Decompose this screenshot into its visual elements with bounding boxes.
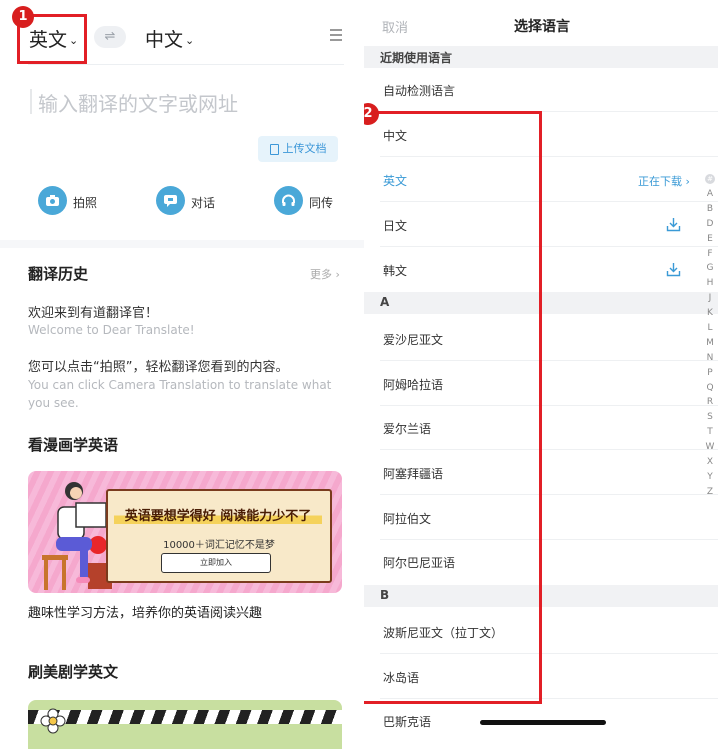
index-letter[interactable]: J	[703, 291, 717, 306]
swap-languages-icon[interactable]: ⇌	[94, 26, 126, 48]
comic-banner[interactable]: 英语要想学得好 阅读能力少不了 10000＋词汇记忆不是梦 立即加入	[28, 471, 342, 593]
index-letter[interactable]: S	[703, 410, 717, 425]
language-item-auto-detect[interactable]: 自动检测语言	[383, 82, 455, 99]
index-letter[interactable]: A	[703, 187, 717, 202]
home-indicator[interactable]	[480, 720, 606, 725]
reader-illustration	[42, 482, 112, 590]
index-letter[interactable]: #	[705, 174, 715, 184]
conversation-icon	[156, 186, 185, 215]
index-letter[interactable]: W	[703, 440, 717, 455]
download-icon[interactable]	[666, 262, 681, 277]
menu-icon[interactable]	[330, 29, 342, 42]
index-letter[interactable]: H	[703, 276, 717, 291]
target-language-selector[interactable]: 中文 ⌄	[145, 25, 194, 52]
comic-caption: 趣味性学习方法，培养你的英语阅读兴趣	[28, 606, 263, 621]
section-gap	[0, 240, 364, 248]
camera-icon	[38, 186, 67, 215]
comic-section-title: 看漫画学英语	[28, 436, 119, 454]
tip-text-cn: 您可以点击“拍照”，轻松翻译您看到的内容。	[28, 360, 289, 375]
download-icon[interactable]	[666, 217, 681, 232]
headphones-icon	[274, 186, 303, 215]
simultaneous-interpretation-button[interactable]: 同传	[274, 186, 344, 216]
index-letter[interactable]: G	[703, 261, 717, 276]
flower-icon	[40, 708, 66, 734]
picker-title: 选择语言	[514, 19, 570, 35]
language-item[interactable]: 巴斯克语	[383, 713, 431, 730]
divider	[28, 64, 344, 65]
target-language-label: 中文	[145, 29, 184, 51]
translate-input[interactable]: 输入翻译的文字或网址	[38, 88, 238, 117]
welcome-text-cn: 欢迎来到有道翻译官！	[28, 306, 159, 321]
index-letter[interactable]: M	[703, 336, 717, 351]
index-letter[interactable]: Y	[703, 470, 717, 485]
index-letter[interactable]: F	[703, 247, 717, 262]
upload-label: 上传文档	[282, 142, 327, 155]
text-cursor	[30, 89, 32, 114]
clapperboard-stripe	[28, 710, 342, 724]
banner-subtitle: 10000＋词汇记忆不是梦	[163, 540, 275, 551]
banner-panel: 英语要想学得好 阅读能力少不了 10000＋词汇记忆不是梦 立即加入	[106, 489, 332, 583]
index-letter[interactable]: D	[703, 217, 717, 232]
tool-label: 同传	[309, 196, 334, 210]
drama-section-title: 刷美剧学英文	[28, 663, 119, 681]
document-icon	[269, 143, 279, 155]
index-letter[interactable]: R	[703, 395, 717, 410]
index-letter[interactable]: L	[703, 321, 717, 336]
banner-headline: 英语要想学得好 阅读能力少不了	[114, 505, 322, 524]
photo-translate-button[interactable]: 拍照	[38, 186, 108, 216]
tool-label: 拍照	[73, 196, 98, 210]
join-now-button[interactable]: 立即加入	[161, 553, 271, 573]
tool-label: 对话	[191, 196, 216, 210]
history-more-link[interactable]: 更多 ›	[310, 266, 340, 282]
chevron-down-icon: ⌄	[185, 34, 195, 47]
index-letter[interactable]: B	[703, 202, 717, 217]
translator-home-panel: 英文 ⌄ ⇌ 中文 ⌄ 输入翻译的文字或网址 上传文档 拍照 对话 同传 翻译历史 …	[0, 0, 364, 749]
recent-section-header: 近期使用语言	[364, 46, 718, 68]
welcome-text-en: Welcome to Dear Translate!	[28, 323, 195, 337]
drama-banner[interactable]	[28, 700, 342, 749]
conversation-button[interactable]: 对话	[156, 186, 226, 216]
index-letter[interactable]: N	[703, 351, 717, 366]
section-label: 近期使用语言	[380, 51, 453, 65]
index-letter[interactable]: Z	[703, 485, 717, 500]
language-picker-panel: 取消 选择语言 近期使用语言 自动检测语言 中文 英文 正在下载 › 日文 韩文…	[364, 0, 726, 749]
tip-text-en: You can click Camera Translation to tran…	[28, 378, 332, 410]
index-letter[interactable]: T	[703, 425, 717, 440]
cancel-button[interactable]: 取消	[382, 17, 408, 36]
index-letter[interactable]: Q	[703, 381, 717, 396]
alphabet-index[interactable]: # A B D E F G H J K L M N P Q R S T W X …	[703, 173, 717, 500]
annotation-badge-1: 1	[12, 6, 34, 28]
upload-document-button[interactable]: 上传文档	[258, 136, 338, 162]
annotation-highlight-2	[364, 111, 542, 704]
index-letter[interactable]: X	[703, 455, 717, 470]
downloading-status: 正在下载 ›	[638, 175, 690, 188]
index-letter[interactable]: E	[703, 232, 717, 247]
history-title: 翻译历史	[28, 265, 89, 283]
index-letter[interactable]: P	[703, 366, 717, 381]
index-letter[interactable]: K	[703, 306, 717, 321]
